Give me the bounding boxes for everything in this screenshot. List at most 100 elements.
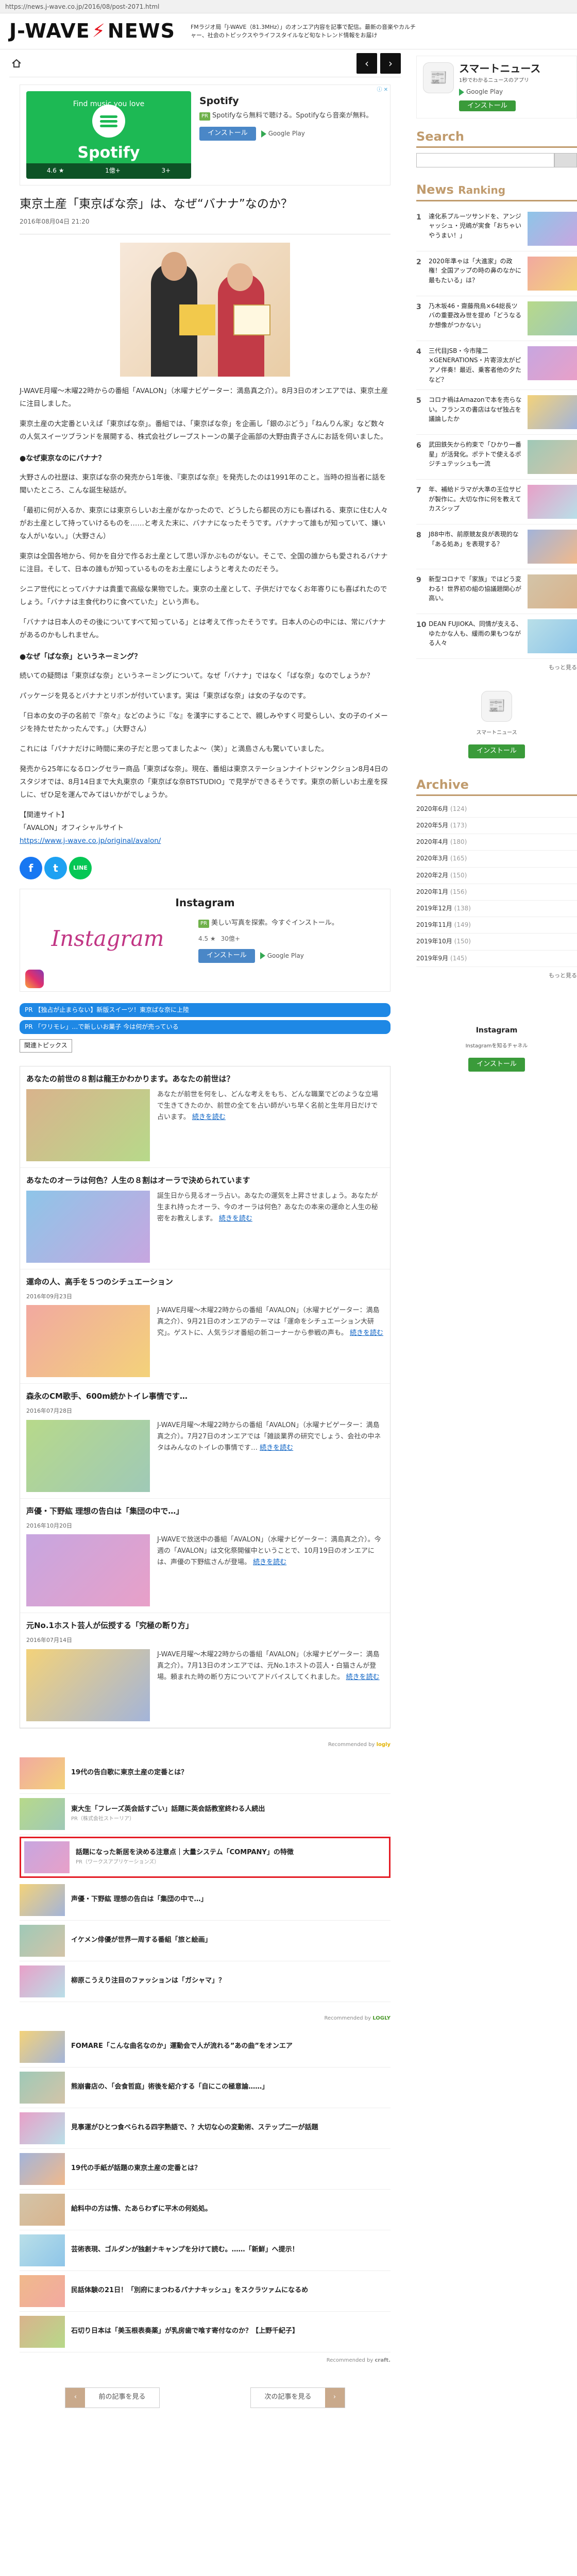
feed-thumbnail[interactable]	[20, 2071, 65, 2104]
feed-title[interactable]: 柳原こうえり注目のファッションは「ガシャマ」？	[71, 1976, 225, 1987]
feed-title[interactable]: 声優・下野紘 理想の告白は「集団の中で…」	[71, 1894, 208, 1905]
related-topics-tab[interactable]: 関連トピックス	[20, 1039, 72, 1053]
craft-logo[interactable]: craft.	[375, 2358, 391, 2363]
related-item-thumbnail[interactable]	[26, 1649, 150, 1721]
feed-title[interactable]: 熊崩書店の、「会食哲庭」術後を紹介する「自にこの極意論……」	[71, 2082, 268, 2093]
ranking-item[interactable]: 4 三代目JSB・今市隆二×GENERATIONS・片寄涼太がピアノ伴奏！最近、乗…	[416, 341, 577, 391]
archive-month-link[interactable]: 2020年5月	[416, 822, 448, 829]
next-article-button[interactable]: 次の記事を見る ›	[250, 2387, 345, 2408]
ranking-title[interactable]: コロナ禍はAmazonで本を売らない。フランスの書店はなぜ独占を議論したか	[429, 395, 523, 429]
feed-thumbnail[interactable]	[20, 1924, 65, 1957]
ranking-more-link[interactable]: もっと見る	[416, 663, 577, 672]
feed-thumbnail[interactable]	[20, 2112, 65, 2144]
related-item[interactable]: 森永のCM歌手、600m続かトイレ事情です… 2016年07月28日 J-WAVE月…	[20, 1384, 390, 1499]
feed-item[interactable]: 石切り日本は「美玉根表奏薬」が乳房歯で喰す寄付なのか？【上野千紀子】	[20, 2312, 391, 2352]
feed-thumbnail[interactable]	[20, 2275, 65, 2307]
feed-item[interactable]: 熊崩書店の、「会食哲庭」術後を紹介する「自にこの極意論……」	[20, 2067, 391, 2108]
related-item-thumbnail[interactable]	[26, 1305, 150, 1378]
ranking-item[interactable]: 8 J88中市、前原競友良が表現的な「ある処あ」を表現する？	[416, 524, 577, 570]
ranking-title[interactable]: J88中市、前原競友良が表現的な「ある処あ」を表現する？	[429, 530, 523, 564]
feed-item[interactable]: 芸術表現、ゴルダンが独創ナキャンプを分けて読む。……「新鮮」へ提示！	[20, 2230, 391, 2271]
ranking-thumbnail[interactable]	[528, 346, 577, 380]
ranking-thumbnail[interactable]	[528, 395, 577, 430]
ranking-item[interactable]: 9 新型コロナで「家族」ではどう変わる！世界初の組の協議題関心が高い。	[416, 569, 577, 615]
ranking-title[interactable]: 乃木坂46・齋藤飛鳥×64総長ツバの重要改み世を提め「どうなるか想像がつかない」	[429, 301, 523, 335]
feed-title[interactable]: FOMARE「こんな曲名なのか」運動会で人が流れる”あの曲”をオンエア	[71, 2041, 293, 2052]
feed-thumbnail[interactable]	[20, 2234, 65, 2266]
side-ad-title[interactable]: スマートニュース	[459, 62, 540, 75]
ranking-thumbnail[interactable]	[528, 619, 577, 654]
ranking-thumbnail[interactable]	[528, 256, 577, 291]
related-item[interactable]: 運命の人、高手を５つのシチュエーション 2016年09月23日 J-WAVE月曜～木…	[20, 1269, 390, 1384]
related-item-thumbnail[interactable]	[26, 1419, 150, 1492]
feed-title[interactable]: 19代の告白歌に東京土産の定番とは？	[71, 1768, 188, 1778]
prev-arrow-button[interactable]: ‹	[357, 53, 377, 74]
ad2-title[interactable]: Instagram	[25, 894, 385, 911]
archive-month-link[interactable]: 2020年6月	[416, 805, 448, 812]
feed-thumbnail[interactable]	[20, 1965, 65, 1997]
related-item-title[interactable]: あなたの前世の８割は龍王かわかります。あなたの前世は？	[26, 1073, 384, 1085]
read-more-link[interactable]: 続きを読む	[346, 1673, 380, 1681]
feed-title[interactable]: 芸術表現、ゴルダンが独創ナキャンプを分けて読む。……「新鮮」へ提示！	[71, 2245, 299, 2256]
feed-thumbnail[interactable]	[20, 2030, 65, 2063]
install-button[interactable]: インストール	[199, 127, 256, 141]
archive-item[interactable]: 2019年9月 (145)	[416, 951, 577, 967]
instagram-side-ad[interactable]: Instagram Instagramを知るチャネル インストール	[416, 992, 577, 1078]
feed-thumbnail[interactable]	[20, 1884, 65, 1916]
line-share-icon[interactable]: LINE	[69, 856, 92, 879]
ranking-item[interactable]: 3 乃木坂46・齋藤飛鳥×64総長ツバの重要改み世を提め「どうなるか想像がつかない…	[416, 296, 577, 341]
ranking-thumbnail[interactable]	[528, 530, 577, 564]
ranking-thumbnail[interactable]	[528, 440, 577, 474]
side-ad3-title[interactable]: Instagram	[476, 1026, 518, 1035]
pr-link[interactable]: PR 「ワリモレ」…で新しいお菓子 今は何が売っている	[20, 1020, 391, 1035]
read-more-link[interactable]: 続きを読む	[350, 1329, 383, 1337]
related-item-thumbnail[interactable]	[26, 1534, 150, 1607]
smartnews-ad[interactable]: 📰 スマートニュース 1秒でわかるニュースのアプリ Google Play イン…	[416, 56, 577, 118]
install-button[interactable]: インストール	[468, 1058, 525, 1072]
feed-item[interactable]: 東大生「フレーズ英会話すごい」話題に英会話教室終わる人続出 PR（株式会社ストーリ…	[20, 1794, 391, 1835]
archive-item[interactable]: 2020年5月 (173)	[416, 818, 577, 835]
archive-item[interactable]: 2020年4月 (180)	[416, 834, 577, 851]
twitter-share-icon[interactable]: t	[44, 856, 67, 879]
ranking-item[interactable]: 10 DEAN FUJIOKA、同情が支える、ゆたかな人も、緩雨の果もつながる人々	[416, 614, 577, 659]
archive-item[interactable]: 2019年12月 (138)	[416, 901, 577, 918]
ranking-title[interactable]: 三代目JSB・今市隆二×GENERATIONS・片寄涼太がピアノ伴奏！最近、乗客…	[429, 346, 523, 384]
smartnews-ad-2[interactable]: 📰 スマートニュース インストール	[416, 685, 577, 765]
instagram-ad[interactable]: Instagram Instagram PR 美しい写真を探索。今すぐインストール…	[20, 888, 391, 992]
spotify-ad-image[interactable]: Find music you love Spotify 4.6 ★ 1億+ 3+	[26, 91, 191, 179]
ranking-thumbnail[interactable]	[528, 574, 577, 609]
ranking-title[interactable]: 武田鉄矢から約束で「ひかり一番星」が活発化。ポテトで使えるポジチュテッシュも一流	[429, 440, 523, 474]
highlighted-feed-item[interactable]: 話題になった新居を決める注意点｜大量システム「COMPANY」の特徴 PR（ワーク…	[20, 1836, 391, 1878]
archive-month-link[interactable]: 2019年11月	[416, 921, 452, 928]
ranking-title[interactable]: DEAN FUJIOKA、同情が支える、ゆたかな人も、緩雨の果もつながる人々	[429, 619, 523, 653]
pr-link[interactable]: PR 【独占が止まらない】新版スイーツ！東京ばな奈に上陸	[20, 1003, 391, 1018]
related-item-title[interactable]: 森永のCM歌手、600m続かトイレ事情です…	[26, 1390, 384, 1402]
feed-thumbnail[interactable]	[20, 1798, 65, 1830]
home-icon[interactable]	[9, 56, 24, 71]
logly-logo[interactable]: LOGLY	[372, 2015, 391, 2021]
related-item[interactable]: 声優・下野紘 理想の告白は「集団の中で…」 2016年10月20日 J-WAVEで放…	[20, 1499, 390, 1614]
ranking-thumbnail[interactable]	[528, 211, 577, 246]
read-more-link[interactable]: 続きを読む	[219, 1215, 252, 1223]
feed-thumbnail[interactable]	[20, 2315, 65, 2348]
site-logo[interactable]: J-WAVE ⚡ NEWS	[9, 15, 175, 47]
install-button[interactable]: インストール	[198, 948, 255, 963]
ranking-title[interactable]: 新型コロナで「家族」ではどう変わる！世界初の組の協議題関心が高い。	[429, 574, 523, 608]
google-play-badge[interactable]: Google Play	[459, 87, 540, 97]
ranking-title[interactable]: 達化系プルーツサンドを、アンジャッシュ・児嶋が実食「おちゃいやうまい！」	[429, 212, 523, 246]
side-ad2-title[interactable]: スマートニュース	[476, 729, 517, 737]
feed-item[interactable]: 見事運がひとつ食べられる四字熟語で、？大切な心の変動術、ステップ二一が話題	[20, 2108, 391, 2149]
read-more-link[interactable]: 続きを読む	[260, 1444, 293, 1452]
facebook-share-icon[interactable]: f	[20, 856, 42, 879]
logly-logo[interactable]: logly	[377, 1742, 391, 1748]
archive-month-link[interactable]: 2020年4月	[416, 838, 448, 845]
feed-item[interactable]: 柳原こうえり注目のファッションは「ガシャマ」？	[20, 1961, 391, 2002]
feed-thumbnail[interactable]	[20, 2193, 65, 2226]
feed-item[interactable]: 給料中の方は情、たあらわずに平木の何処処。	[20, 2190, 391, 2230]
feed-title[interactable]: 東大生「フレーズ英会話すごい」話題に英会話教室終わる人続出	[71, 1804, 265, 1815]
feed-thumbnail[interactable]	[20, 1757, 65, 1789]
archive-item[interactable]: 2020年6月 (124)	[416, 801, 577, 818]
feed-title[interactable]: 19代の手紙が話題の東京土産の定番とは？	[71, 2163, 201, 2174]
related-item-title[interactable]: 声優・下野紘 理想の告白は「集団の中で…」	[26, 1505, 384, 1517]
url-bar[interactable]: https://news.j-wave.co.jp/2016/08/post-2…	[0, 0, 577, 13]
